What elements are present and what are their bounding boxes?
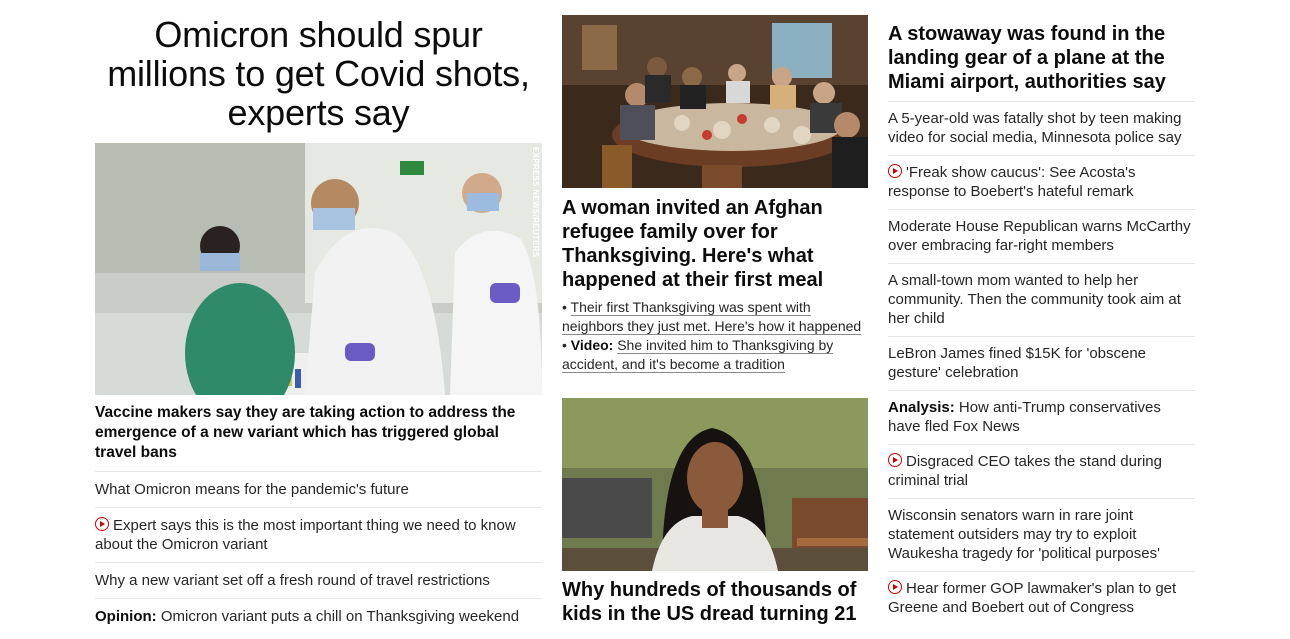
list-item[interactable]: Moderate House Republican warns McCarthy… [888, 210, 1195, 264]
analysis-label: Analysis: [888, 399, 955, 416]
play-video-icon [95, 517, 109, 531]
top-stories-list: A stowaway was found in the landing gear… [888, 0, 1195, 625]
link-text[interactable]: Disgraced CEO takes the stand during cri… [888, 453, 1162, 489]
link-text[interactable]: 'Freak show caucus': See Acosta's respon… [888, 164, 1136, 200]
opinion-label: Opinion: [95, 608, 157, 625]
link-text[interactable]: LeBron James fined $15K for 'obscene ges… [888, 345, 1146, 381]
bullet-item[interactable]: • Video: She invited him to Thanksgiving… [562, 336, 868, 374]
lead-story: Omicron should spur millions to get Covi… [95, 0, 542, 634]
stowaway-headline[interactable]: A stowaway was found in the landing gear… [888, 22, 1195, 102]
link-text[interactable]: What Omicron means for the pandemic's fu… [95, 481, 409, 498]
list-item[interactable]: LeBron James fined $15K for 'obscene ges… [888, 337, 1195, 391]
bullet-item[interactable]: • Their first Thanksgiving was spent wit… [562, 298, 868, 336]
video-label: Video: [570, 337, 614, 353]
play-video-icon [888, 580, 902, 594]
young-woman-portrait-photo[interactable] [562, 398, 868, 571]
list-item[interactable]: 'Freak show caucus': See Acosta's respon… [888, 156, 1195, 210]
list-item[interactable]: Hear former GOP lawmaker's plan to get G… [888, 572, 1195, 625]
link-text[interactable]: Wisconsin senators warn in rare joint st… [888, 507, 1160, 562]
list-item[interactable]: A 5-year-old was fatally shot by teen ma… [888, 102, 1195, 156]
afghan-family-headline[interactable]: A woman invited an Afghan refugee family… [562, 196, 868, 292]
link-text[interactable]: Moderate House Republican warns McCarthy… [888, 218, 1191, 254]
list-item[interactable]: Analysis: How anti-Trump conservatives h… [888, 391, 1195, 445]
list-item[interactable]: Wisconsin senators warn in rare joint st… [888, 499, 1195, 572]
list-item[interactable]: A small-town mom wanted to help her comm… [888, 264, 1195, 337]
bullet-link[interactable]: Their first Thanksgiving was spent with … [562, 299, 862, 335]
link-text[interactable]: Why a new variant set off a fresh round … [95, 572, 490, 589]
lead-subhead[interactable]: Vaccine makers say they are taking actio… [95, 403, 542, 472]
headline-links: A 5-year-old was fatally shot by teen ma… [888, 102, 1195, 625]
list-item[interactable]: What Omicron means for the pandemic's fu… [95, 472, 542, 508]
turning-21-headline[interactable]: Why hundreds of thousands of kids in the… [562, 578, 868, 626]
list-item[interactable]: Opinion: Omicron variant puts a chill on… [95, 599, 542, 634]
play-video-icon [888, 164, 902, 178]
lead-headline[interactable]: Omicron should spur millions to get Covi… [95, 15, 542, 132]
middle-stories: A woman invited an Afghan refugee family… [562, 0, 868, 626]
link-text[interactable]: A small-town mom wanted to help her comm… [888, 272, 1181, 327]
play-video-icon [888, 453, 902, 467]
link-text[interactable]: A 5-year-old was fatally shot by teen ma… [888, 110, 1181, 146]
list-item[interactable]: Why a new variant set off a fresh round … [95, 563, 542, 599]
story-bullets: • Their first Thanksgiving was spent wit… [562, 298, 868, 374]
link-text[interactable]: Omicron variant puts a chill on Thanksgi… [157, 608, 519, 625]
lead-related-links: What Omicron means for the pandemic's fu… [95, 472, 542, 634]
photo-credit: EXPRESS NEWS/REUTERS [531, 147, 540, 258]
lead-photo[interactable]: EXPRESS NEWS/REUTERS [95, 143, 542, 395]
link-text[interactable]: Expert says this is the most important t… [95, 517, 516, 553]
list-item[interactable]: Disgraced CEO takes the stand during cri… [888, 445, 1195, 499]
thanksgiving-dinner-photo[interactable] [562, 15, 868, 188]
list-item[interactable]: Expert says this is the most important t… [95, 508, 542, 563]
link-text[interactable]: Hear former GOP lawmaker's plan to get G… [888, 580, 1176, 616]
